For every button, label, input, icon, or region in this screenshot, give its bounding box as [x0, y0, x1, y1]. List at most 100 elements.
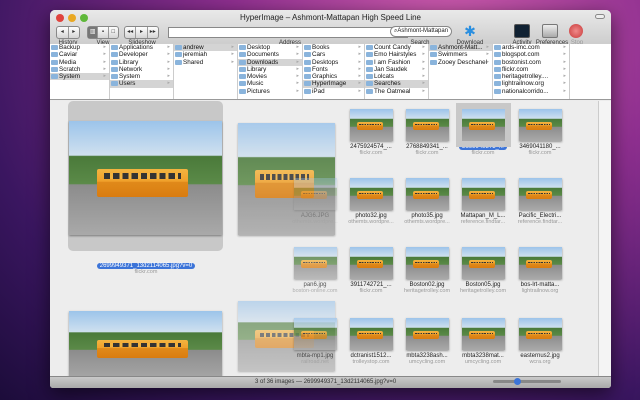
featured-image-next[interactable]	[69, 311, 222, 376]
browser-item[interactable]: Zooey Deschanel	[429, 59, 492, 66]
browser-item[interactable]: Count Candy	[365, 44, 428, 52]
activity-icon[interactable]	[514, 24, 530, 38]
thumbnail-image[interactable]	[349, 247, 393, 279]
slideshow-control[interactable]: ◂◂ ▸ ▸▸	[124, 26, 159, 39]
browser-item[interactable]: HyperImage	[303, 80, 364, 88]
thumbnail-image[interactable]	[405, 247, 449, 279]
browser-item[interactable]: Downloads	[238, 58, 302, 66]
thumbnail-image[interactable]	[461, 178, 505, 210]
thumbnail[interactable]: AJG6.JPG othemts.wordpre...	[287, 178, 343, 225]
browser-item[interactable]: Users	[110, 80, 173, 88]
browser-item[interactable]: Emo Hairstyles	[365, 51, 428, 59]
thumbnail[interactable]: dctranist1512... trolleystop.com	[343, 318, 399, 365]
thumbnail[interactable]: 3469041180_... flickr.com	[512, 109, 568, 156]
thumbnail[interactable]: 2699949371_... flickr.com	[455, 103, 511, 156]
thumbnail[interactable]: Pacific_Electri... reference.findtar...	[512, 178, 568, 225]
thumbnail[interactable]: 2768849341_... flickr.com	[399, 109, 455, 156]
thumbnail[interactable]: photo32.jpg othemts.wordpre...	[343, 178, 399, 225]
fast-forward-icon[interactable]: ▸▸	[148, 27, 158, 38]
browser-item[interactable]: System	[110, 73, 173, 81]
browser-item[interactable]: The Oatmeal	[365, 88, 428, 95]
browser-item[interactable]: Desktop	[238, 44, 302, 52]
browser-item[interactable]: Cars	[303, 51, 364, 59]
thumbnail[interactable]: photo35.jpg othemts.wordpre...	[399, 178, 455, 225]
browser-item[interactable]: I am Fashion	[365, 59, 428, 66]
browser-item[interactable]: Caviar	[50, 51, 109, 59]
back-icon[interactable]: ◂	[57, 27, 69, 38]
browser-column[interactable]: andrewjeremiahShared	[174, 44, 238, 99]
address-field[interactable]	[168, 27, 408, 38]
browser-item[interactable]: Fonts	[303, 66, 364, 73]
rewind-icon[interactable]: ◂◂	[125, 27, 137, 38]
browser-item[interactable]: iPad	[303, 88, 364, 95]
play-icon[interactable]: ▸	[136, 27, 148, 38]
browser-item[interactable]: Library	[110, 59, 173, 66]
view-control[interactable]: ▥ ▪ □	[87, 26, 119, 39]
featured-image[interactable]	[69, 121, 222, 235]
thumbnail-image[interactable]	[405, 109, 449, 141]
download-icon[interactable]: ✱	[462, 24, 478, 38]
thumbnail-image[interactable]	[293, 318, 337, 350]
browser-item[interactable]: blogspot.com	[493, 51, 569, 59]
browser-item[interactable]: nationalcorrido...	[493, 88, 569, 95]
thumbnail[interactable]: mbta3238mat... umcycling.com	[455, 318, 511, 365]
browser-item[interactable]: Shared	[174, 59, 237, 66]
browser-column[interactable]: DesktopDocumentsDownloadsLibraryMoviesMu…	[238, 44, 303, 99]
browser-item[interactable]: Documents	[238, 51, 302, 59]
browser-item[interactable]: Lolcats	[365, 73, 428, 81]
browser-column[interactable]: BooksCarsDesktopsFontsGraphicsHyperImage…	[303, 44, 365, 99]
grid-view-icon[interactable]: ▥	[88, 27, 99, 38]
thumbnail-image[interactable]	[461, 318, 505, 350]
single-view-icon[interactable]: ▪	[98, 27, 109, 38]
browser-item[interactable]: jeremiah	[174, 51, 237, 59]
thumbnail-image[interactable]	[518, 109, 562, 141]
browser-item[interactable]: lightrailnow.org	[493, 80, 569, 88]
forward-icon[interactable]: ▸	[69, 27, 80, 38]
preferences-icon[interactable]	[542, 24, 558, 38]
browser-item[interactable]: bostonist.com	[493, 59, 569, 66]
thumbnail-image[interactable]	[349, 178, 393, 210]
browser-item[interactable]: heritagetrolley....	[493, 73, 569, 81]
thumbnail-image[interactable]	[455, 103, 511, 147]
thumbnail-image[interactable]	[518, 247, 562, 279]
browser-item[interactable]: Ashmont-Matt...	[429, 44, 492, 52]
thumbnail-image[interactable]	[349, 318, 393, 350]
browser-item[interactable]: Pictures	[238, 88, 302, 95]
browser-item[interactable]: Developer	[110, 51, 173, 59]
thumbnail-image[interactable]	[461, 247, 505, 279]
thumbnail[interactable]: mbta-mp1.jpg railroad.net	[287, 318, 343, 365]
browser-item[interactable]: andrew	[174, 44, 237, 52]
thumbnail-image[interactable]	[349, 109, 393, 141]
fullscreen-view-icon[interactable]: □	[109, 27, 118, 38]
browser-item[interactable]: Graphics	[303, 73, 364, 81]
browser-item[interactable]: System	[50, 73, 109, 81]
thumbnail-image[interactable]	[293, 178, 337, 210]
thumbnail[interactable]: 3911742721_... flickr.com	[343, 247, 399, 294]
thumbnail[interactable]: Boston02.jpg heritagetrolley.com	[399, 247, 455, 294]
browser-item[interactable]: Searches	[365, 80, 428, 88]
browser-item[interactable]: Swimmers	[429, 51, 492, 59]
browser-item[interactable]: flickr.com	[493, 66, 569, 73]
browser-item[interactable]: Music	[238, 80, 302, 88]
thumbnail[interactable]: 2475924574_... flickr.com	[343, 109, 399, 156]
thumbnail-image[interactable]	[518, 318, 562, 350]
thumbnail-image[interactable]	[518, 178, 562, 210]
browser-item[interactable]: Media	[50, 59, 109, 66]
browser-column[interactable]: ApplicationsDeveloperLibraryNetworkSyste…	[110, 44, 174, 99]
browser-item[interactable]: Applications	[110, 44, 173, 52]
browser-item[interactable]: Scratch	[50, 66, 109, 73]
browser-item[interactable]: Desktops	[303, 59, 364, 66]
thumbnail[interactable]: easternus2.jpg wcra.org	[512, 318, 568, 365]
thumbnail[interactable]: Boston05.jpg heritagetrolley.com	[455, 247, 511, 294]
thumbnail-image[interactable]	[405, 178, 449, 210]
browser-column[interactable]: Count CandyEmo HairstylesI am FashionJan…	[365, 44, 429, 99]
history-control[interactable]: ◂ ▸	[56, 26, 80, 39]
browser-item[interactable]: ards-imc.com	[493, 44, 569, 52]
browser-item[interactable]: Network	[110, 66, 173, 73]
thumbnail[interactable]: mbta3238ash... umcycling.com	[399, 318, 455, 365]
browser-item[interactable]: Library	[238, 66, 302, 73]
thumbnail[interactable]: Mattapan_M_L... reference.findtar...	[455, 178, 511, 225]
stop-icon[interactable]	[569, 24, 583, 38]
browser-item[interactable]: Books	[303, 44, 364, 52]
browser-column[interactable]: ards-imc.comblogspot.combostonist.comfli…	[493, 44, 570, 99]
